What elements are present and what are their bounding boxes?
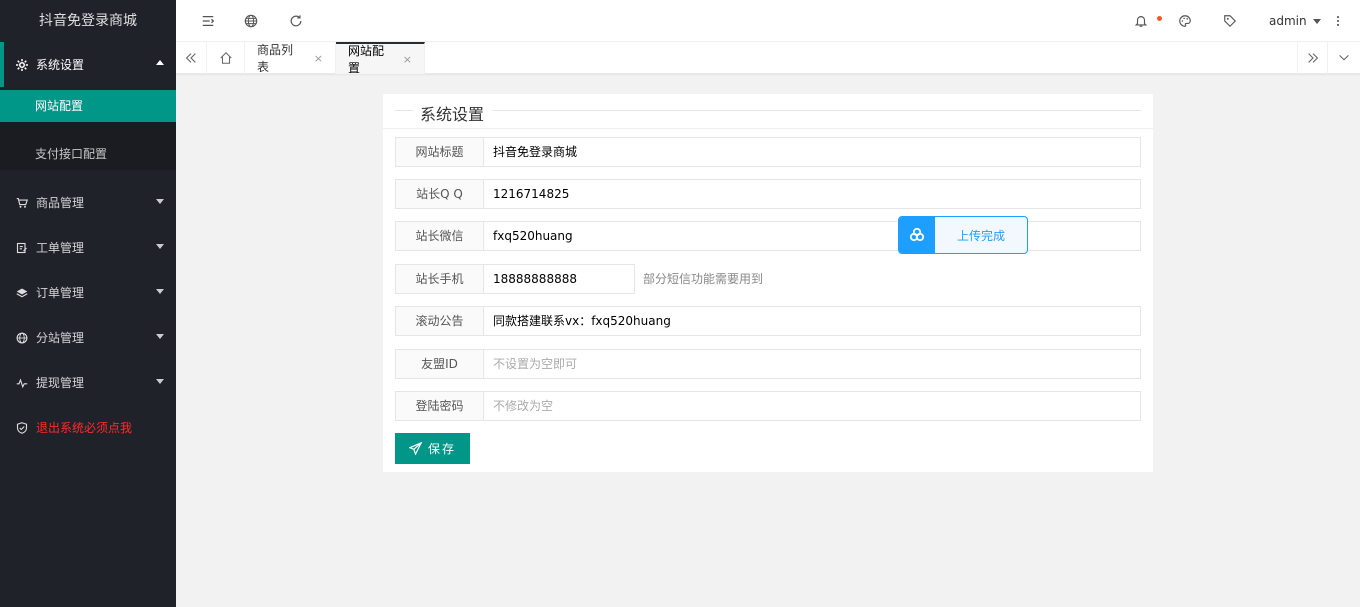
tabs-scroll-left-button[interactable] — [176, 42, 207, 74]
close-icon[interactable]: × — [314, 52, 323, 65]
sidebar-subitem-payment-config[interactable]: 支付接口配置 — [0, 138, 176, 170]
sidebar-item-label: 分站管理 — [36, 331, 85, 345]
cloud-upload-icon — [899, 217, 935, 253]
sidebar-item-label: 商品管理 — [36, 196, 85, 210]
tab-label: 网站配置 — [348, 44, 385, 75]
caret-down-icon — [156, 289, 164, 294]
form-row-qq: 站长Q Q 1216714825 — [395, 179, 1141, 209]
sidebar-item-tickets[interactable]: 工单管理 — [0, 225, 176, 270]
notice-input[interactable]: 同款搭建联系vx：fxq520huang — [483, 306, 1141, 336]
close-icon[interactable]: × — [403, 53, 412, 66]
sidebar-submenu: 网站配置 支付接口配置 — [0, 90, 176, 170]
cart-icon — [16, 197, 28, 209]
double-chevron-right-icon — [1307, 53, 1318, 63]
sidebar-item-logout[interactable]: 退出系统必须点我 — [0, 405, 176, 450]
section-title: 系统设置 — [420, 105, 485, 124]
field-label: 登陆密码 — [395, 391, 483, 421]
sidebar-item-label: 订单管理 — [36, 286, 85, 300]
upload-toast: 上传完成 — [898, 216, 1028, 254]
divider — [395, 110, 413, 111]
tabs-scroll-right-button[interactable] — [1297, 42, 1328, 74]
shield-icon — [16, 421, 28, 434]
globe-icon — [16, 332, 28, 344]
password-input[interactable]: 不修改为空 — [483, 391, 1141, 421]
field-label: 站长手机 — [395, 264, 483, 294]
tab-product-list[interactable]: 商品列表 × — [245, 42, 336, 74]
tabs-menu-button[interactable] — [1328, 42, 1359, 74]
sidebar-item-label: 工单管理 — [36, 241, 85, 255]
sidebar-item-products[interactable]: 商品管理 — [0, 180, 176, 225]
globe-icon[interactable] — [243, 13, 259, 29]
sidebar-item-label: 提现管理 — [36, 376, 85, 390]
phone-input[interactable]: 18888888888 — [483, 264, 635, 294]
form-row-umeng: 友盟ID 不设置为空即可 — [395, 349, 1141, 379]
divider — [493, 110, 1141, 111]
tab-site-config[interactable]: 网站配置 × — [336, 42, 425, 75]
form-row-wechat: 站长微信 fxq520huang — [395, 221, 1141, 251]
caret-down-icon — [156, 244, 164, 249]
form-row-phone: 站长手机 18888888888 部分短信功能需要用到 — [395, 264, 763, 294]
toast-message: 上传完成 — [956, 228, 1005, 243]
sidebar-item-orders[interactable]: 订单管理 — [0, 270, 176, 315]
field-hint: 部分短信功能需要用到 — [643, 272, 764, 286]
bell-icon[interactable] — [1133, 13, 1149, 29]
refresh-icon[interactable] — [288, 13, 304, 29]
caret-down-icon — [156, 199, 164, 204]
sidebar-subitem-site-config[interactable]: 网站配置 — [0, 90, 176, 122]
sidebar-item-label: 系统设置 — [36, 58, 85, 72]
palette-icon[interactable] — [1177, 13, 1193, 29]
sidebar-item-system-settings[interactable]: 系统设置 — [0, 42, 176, 87]
save-button[interactable]: 保存 — [395, 433, 470, 464]
caret-down-icon — [156, 379, 164, 384]
home-icon — [219, 52, 232, 64]
user-menu[interactable]: admin — [1269, 14, 1321, 28]
field-label: 站长Q Q — [395, 179, 483, 209]
settings-card: 系统设置 网站标题 抖音免登录商城 站长Q Q 1216714825 站长微信 … — [383, 94, 1153, 472]
chevron-down-icon — [1338, 54, 1349, 61]
tab-label: 商品列表 — [257, 43, 294, 74]
sidebar-item-substations[interactable]: 分站管理 — [0, 315, 176, 360]
fieldset-legend: 系统设置 — [395, 101, 1141, 124]
menu-toggle-icon[interactable] — [200, 13, 216, 29]
field-label: 网站标题 — [395, 137, 483, 167]
pulse-icon — [16, 377, 28, 389]
form-row-password: 登陆密码 不修改为空 — [395, 391, 1141, 421]
top-header: admin — [176, 0, 1360, 42]
save-button-label: 保存 — [427, 442, 456, 456]
qq-input[interactable]: 1216714825 — [483, 179, 1141, 209]
field-label: 滚动公告 — [395, 306, 483, 336]
tag-icon[interactable] — [1222, 13, 1238, 29]
app-logo-title: 抖音免登录商城 — [39, 13, 137, 29]
username: admin — [1269, 14, 1307, 28]
layers-icon — [16, 287, 28, 299]
notification-dot — [1157, 16, 1162, 21]
caret-up-icon — [156, 60, 164, 65]
caret-down-icon — [156, 334, 164, 339]
wechat-input[interactable]: fxq520huang — [483, 221, 1141, 251]
umeng-id-input[interactable]: 不设置为空即可 — [483, 349, 1141, 379]
form-row-notice: 滚动公告 同款搭建联系vx：fxq520huang — [395, 306, 1141, 336]
more-icon[interactable] — [1330, 13, 1346, 29]
ticket-icon — [16, 242, 28, 254]
divider — [383, 128, 1153, 129]
double-chevron-left-icon — [185, 53, 196, 63]
field-label: 站长微信 — [395, 221, 483, 251]
sidebar-item-label: 退出系统必须点我 — [36, 421, 133, 435]
sidebar-item-withdrawals[interactable]: 提现管理 — [0, 360, 176, 405]
gear-icon — [16, 58, 28, 71]
site-title-input[interactable]: 抖音免登录商城 — [483, 137, 1141, 167]
caret-down-icon — [1312, 18, 1321, 24]
sidebar: 抖音免登录商城 系统设置 网站配置 支付接口配置 商品管理 工单管理 订单管理 — [0, 0, 176, 607]
tabs-bar: 商品列表 × 网站配置 × — [176, 42, 1360, 75]
home-tab[interactable] — [207, 42, 245, 74]
field-label: 友盟ID — [395, 349, 483, 379]
form-row-site-title: 网站标题 抖音免登录商城 — [395, 137, 1141, 167]
send-icon — [408, 442, 422, 455]
